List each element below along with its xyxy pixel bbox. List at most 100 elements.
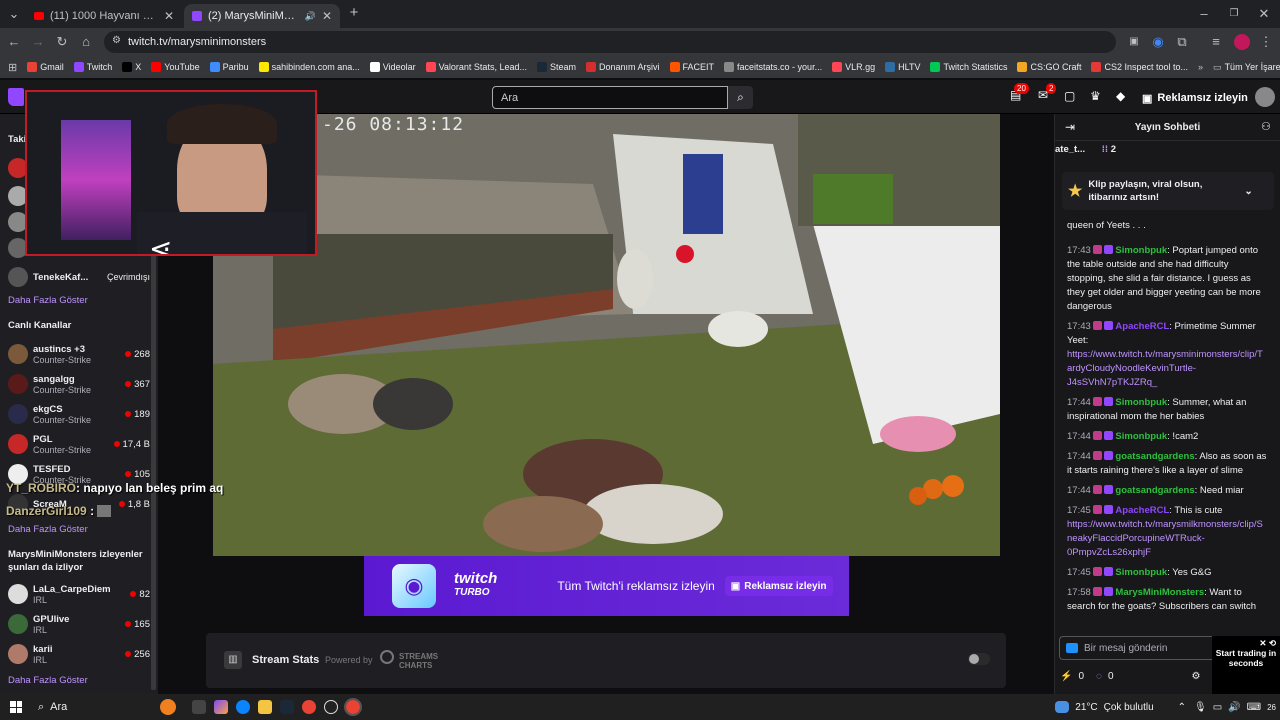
bookmark-item[interactable]: X [122, 62, 141, 72]
weather-temp[interactable]: 21°C [1075, 702, 1097, 713]
extension-icon[interactable]: ◉ [1150, 34, 1166, 50]
chat-input[interactable]: Bir mesaj gönderin [1059, 636, 1237, 660]
copilot-icon[interactable] [214, 700, 229, 714]
chat-username[interactable]: ApacheRCL [1115, 321, 1169, 332]
bookmark-item[interactable]: CS2 Inspect tool to... [1091, 62, 1188, 72]
chat-username[interactable]: goatsandgardens [1115, 485, 1194, 496]
search-button[interactable]: ⌕ [728, 86, 753, 109]
twitch-logo-icon[interactable] [8, 88, 24, 106]
show-more-link[interactable]: Daha Fazla Göster [8, 675, 88, 686]
volume-icon[interactable]: 🔊 [1228, 702, 1240, 713]
tab-list-icon[interactable]: ⌄ [6, 6, 22, 22]
channel-row[interactable]: karii IRL 256 [0, 639, 150, 669]
chat-username[interactable]: Simonbpuk [1115, 245, 1167, 256]
ad-adfree-button[interactable]: ▣ Reklamsız izleyin [724, 576, 833, 596]
bookmark-item[interactable]: Videolar [369, 62, 416, 72]
bookmark-item[interactable]: Twitch [73, 62, 112, 72]
weather-text[interactable]: Çok bulutlu [1104, 702, 1154, 713]
bookmark-item[interactable]: Twitch Statistics [930, 62, 1007, 72]
extension-icon[interactable]: ▣ [1126, 34, 1142, 50]
browser-menu-icon[interactable]: ⋮ [1258, 34, 1274, 50]
taskbar-search[interactable]: Ara [50, 701, 170, 713]
bookmark-item[interactable]: CS:GO Craft [1017, 62, 1081, 72]
whispers-icon[interactable]: ▢ [1064, 89, 1075, 103]
keyboard-icon[interactable]: ⌨ [1247, 702, 1261, 713]
tab-twitch[interactable]: (2) MarysMiniMonsters - Tw 🔊 ✕ [184, 4, 340, 28]
mic-icon[interactable]: 🎙 [1194, 702, 1207, 713]
collapse-chat-icon[interactable]: ⇥ [1065, 120, 1075, 134]
trading-ad[interactable]: ✕ ⟲ Start trading in seconds [1212, 636, 1280, 694]
profile-avatar[interactable] [1234, 34, 1250, 50]
chrome-icon[interactable] [302, 700, 317, 714]
chat-username[interactable]: Simonbpuk [1115, 431, 1167, 442]
bookmark-item[interactable]: Donanım Arşivi [585, 62, 660, 72]
tray-chevron-icon[interactable]: ⌃ [1178, 702, 1186, 713]
chat-username[interactable]: Simonbpuk [1115, 567, 1167, 578]
all-bookmarks-folder[interactable]: ▭ Tüm Yer İşaretleri [1213, 62, 1280, 73]
site-info-icon[interactable]: ⚙ [112, 35, 121, 46]
chat-users-icon[interactable]: ⚇ [1261, 120, 1271, 133]
bookmark-item[interactable]: Gmail [27, 62, 64, 72]
channel-row[interactable]: LaLa_CarpeDiem IRL 82 [0, 579, 150, 609]
home-icon[interactable]: ⌂ [78, 34, 94, 50]
bits-icon[interactable]: ◌ [1096, 671, 1102, 682]
chat-link[interactable]: https://www.twitch.tv/marysmilkmonsters/… [1067, 519, 1263, 558]
bookmark-item[interactable]: faceitstats.co - your... [724, 62, 822, 72]
bookmark-item[interactable]: Valorant Stats, Lead... [425, 62, 527, 72]
extensions-puzzle-icon[interactable]: ⧉ [1174, 34, 1190, 50]
channel-row[interactable]: PGL Counter-Strike 17,4 B [0, 429, 150, 459]
edge-icon[interactable] [236, 700, 251, 714]
more-bookmarks-icon[interactable]: » [1198, 62, 1203, 72]
start-button[interactable] [10, 701, 22, 713]
bookmark-item[interactable]: sahibinden.com ana... [258, 62, 360, 72]
forward-icon[interactable]: → [30, 34, 46, 50]
network-icon[interactable]: ▭ [1213, 702, 1222, 713]
user-avatar[interactable] [1255, 87, 1275, 107]
chrome-active-icon[interactable] [344, 698, 363, 716]
chat-settings-icon[interactable]: ⚙ [1192, 671, 1201, 682]
stats-toggle[interactable] [968, 653, 990, 665]
turbo-ad-banner[interactable]: ◉ twitch TURBO Tüm Twitch'i reklamsız iz… [364, 556, 849, 616]
prime-loot-icon[interactable]: ♛ [1090, 89, 1101, 103]
ad-close-icon[interactable]: ✕ ⟲ [1212, 638, 1280, 648]
channel-points-icon[interactable]: ⚡ [1060, 671, 1072, 682]
pinned-message[interactable]: ★ Klip paylaşın, viral olsun, itibarınız… [1062, 172, 1274, 210]
file-explorer-icon[interactable] [258, 700, 273, 714]
bookmark-item[interactable]: Paribu [209, 62, 249, 72]
task-view-icon[interactable] [192, 700, 207, 714]
channel-row[interactable]: GPUlive IRL 165 [0, 609, 150, 639]
bookmark-item[interactable]: Steam [536, 62, 576, 72]
channel-row[interactable]: austincs +3 Counter-Strike 268 [0, 339, 150, 369]
close-tab-icon[interactable]: ✕ [164, 9, 174, 23]
reload-icon[interactable]: ↻ [54, 34, 70, 50]
app-icon[interactable] [324, 700, 339, 714]
channel-row[interactable]: sangalgg Counter-Strike 367 [0, 369, 150, 399]
followed-channel-offline[interactable]: TenekeKaf... Çevrimdışı [0, 262, 150, 292]
restore-button[interactable]: ❐ [1226, 6, 1242, 22]
channel-row[interactable]: ekgCS Counter-Strike 189 [0, 399, 150, 429]
new-tab-button[interactable]: + [346, 5, 362, 21]
chat-username[interactable]: MarysMiniMonsters [1115, 587, 1204, 598]
show-more-link[interactable]: Daha Fazla Göster [8, 295, 88, 306]
chat-username[interactable]: goatsandgardens [1115, 451, 1194, 462]
bits-icon[interactable]: ◆ [1116, 89, 1125, 103]
clock[interactable]: 26 [1267, 703, 1276, 712]
close-tab-icon[interactable]: ✕ [322, 9, 332, 23]
search-input[interactable]: Ara [492, 86, 728, 109]
back-icon[interactable]: ← [6, 34, 22, 50]
inbox-button[interactable]: ✉ 2 [1038, 83, 1057, 104]
chat-username[interactable]: ApacheRCL [1115, 505, 1169, 516]
video-player[interactable] [213, 114, 1000, 556]
close-window-button[interactable]: ✕ [1256, 6, 1272, 22]
bookmark-item[interactable]: FACEIT [669, 62, 714, 72]
minimize-button[interactable]: – [1196, 6, 1212, 22]
bookmark-item[interactable]: HLTV [885, 62, 920, 72]
adfree-button[interactable]: ▣ Reklamsız izleyin [1142, 88, 1250, 108]
bookmark-item[interactable]: YouTube [151, 62, 200, 72]
notifications-button[interactable]: ▤ 20 [1010, 83, 1029, 104]
bookmark-item[interactable]: VLR.gg [832, 62, 875, 72]
steam-icon[interactable] [280, 700, 295, 714]
chat-link[interactable]: https://www.twitch.tv/marysminimonsters/… [1067, 349, 1263, 388]
chat-username[interactable]: Simonbpuk [1115, 397, 1167, 408]
media-icon[interactable]: ≡ [1208, 34, 1224, 50]
